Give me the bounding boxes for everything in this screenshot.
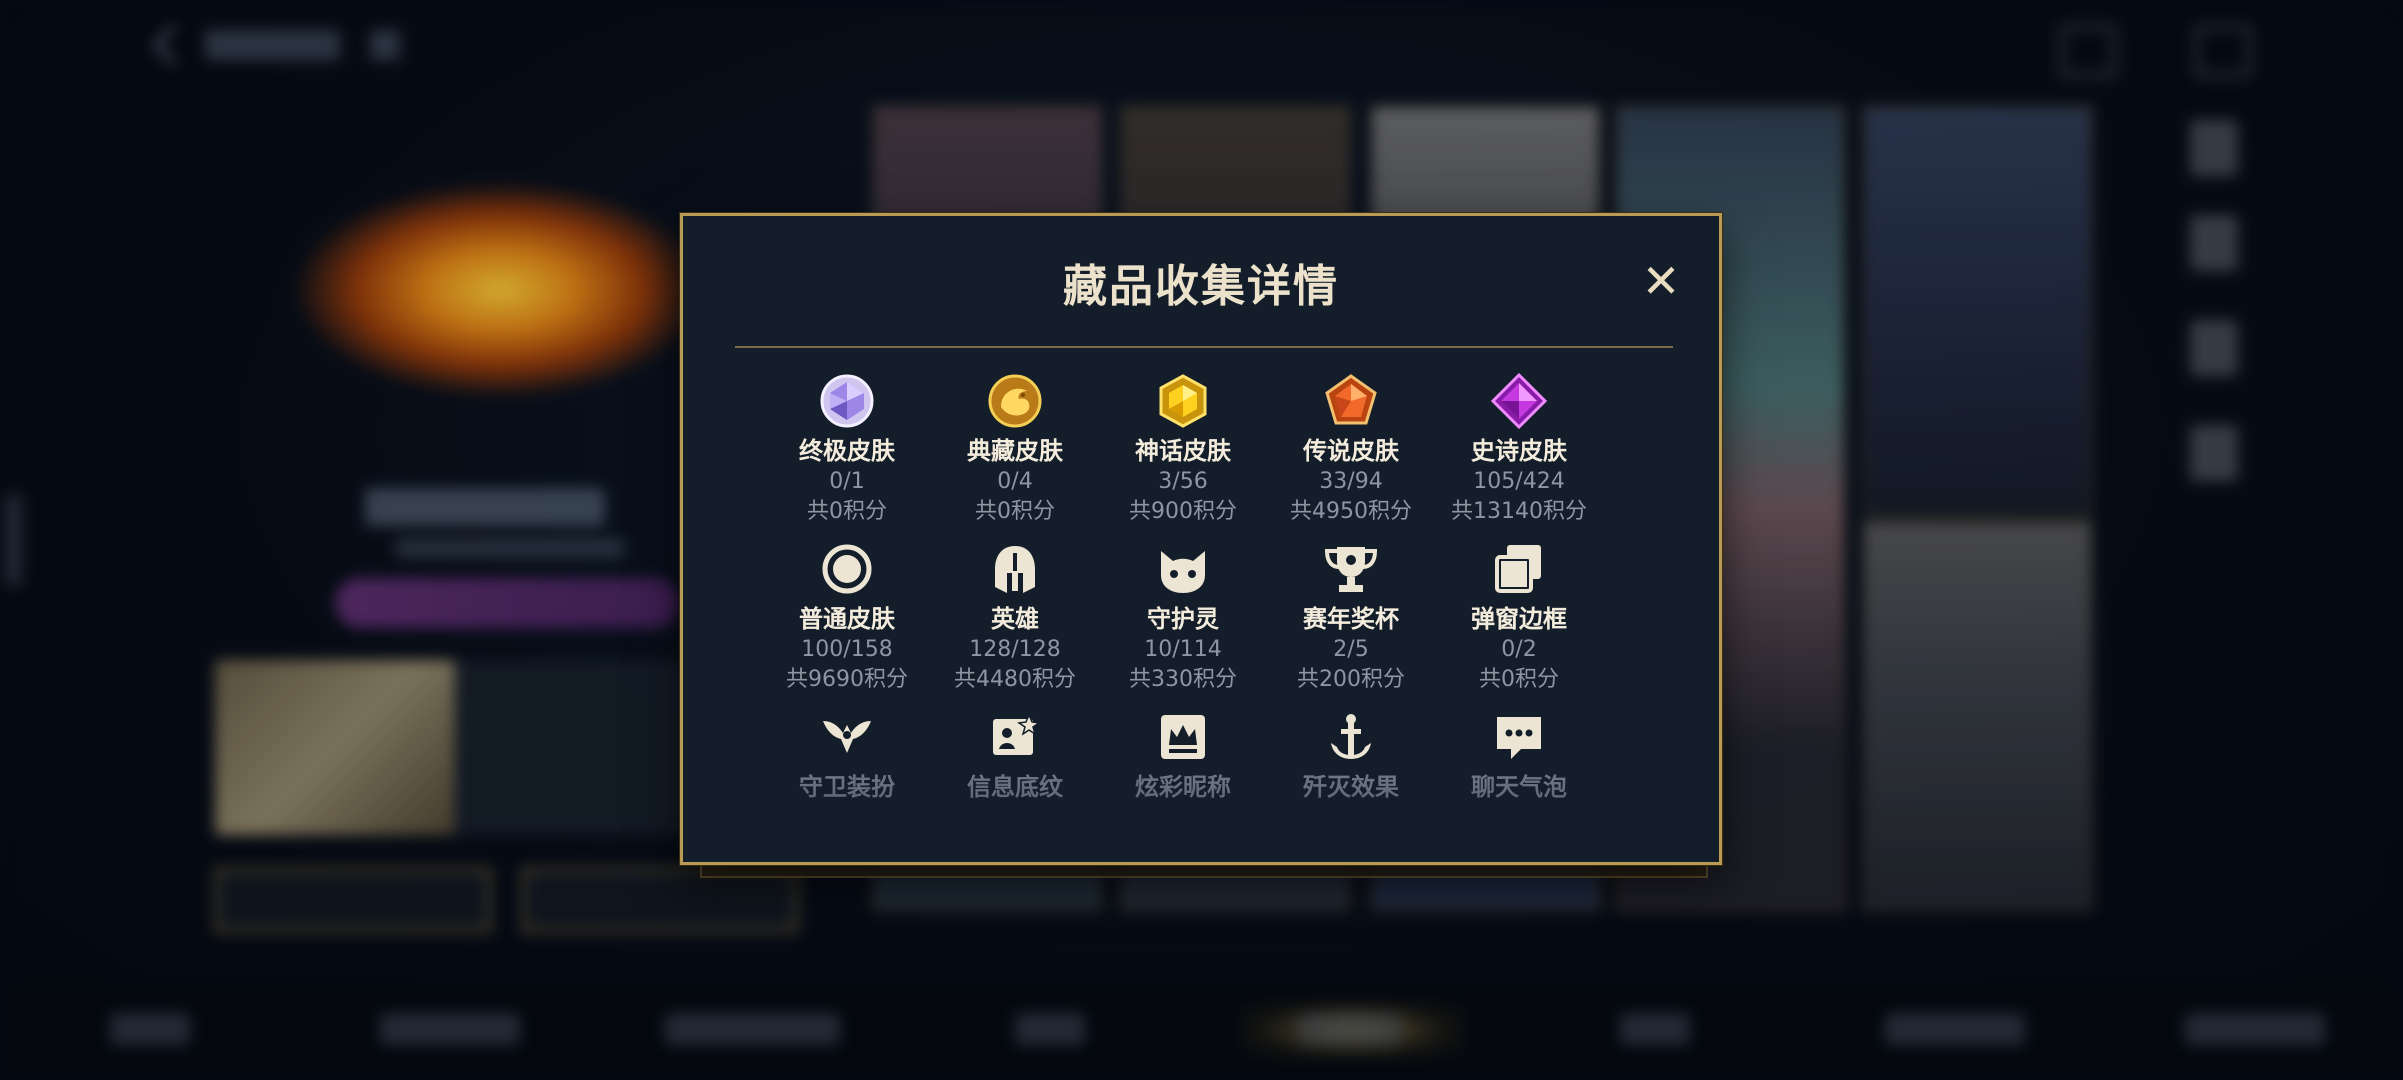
item-count: 128/128 <box>969 637 1061 662</box>
item-count: 105/424 <box>1473 469 1565 494</box>
item-points: 共900积分 <box>1129 499 1237 524</box>
epic-skin-gem-icon <box>1489 371 1549 431</box>
collection-item-legendary-skin[interactable]: 传说皮肤 33/94 共4950积分 <box>1267 371 1435 539</box>
collection-item-season-trophy[interactable]: 赛年奖杯 2/5 共200积分 <box>1267 539 1435 707</box>
item-count: 0/1 <box>829 469 865 494</box>
legendary-skin-gem-icon <box>1321 371 1381 431</box>
collection-item-ward-skin[interactable]: 守卫装扮 <box>763 707 931 875</box>
item-points: 共9690积分 <box>786 667 908 692</box>
item-label: 聊天气泡 <box>1471 773 1567 801</box>
ward-skin-icon <box>817 707 877 767</box>
chat-bubble-icon <box>1489 707 1549 767</box>
item-points: 共0积分 <box>1479 667 1559 692</box>
collection-item-normal-skin[interactable]: 普通皮肤 100/158 共9690积分 <box>763 539 931 707</box>
item-label: 信息底纹 <box>967 773 1063 801</box>
collection-item-ace-effect[interactable]: 歼灭效果 <box>1267 707 1435 875</box>
item-label: 守卫装扮 <box>799 773 895 801</box>
item-label: 守护灵 <box>1147 605 1219 633</box>
item-points: 共330积分 <box>1129 667 1237 692</box>
item-points: 共0积分 <box>975 499 1055 524</box>
item-points: 共13140积分 <box>1451 499 1587 524</box>
item-count: 10/114 <box>1144 637 1222 662</box>
collection-item-guardian[interactable]: 守护灵 10/114 共330积分 <box>1099 539 1267 707</box>
info-card-icon <box>985 707 1045 767</box>
collection-grid: 终极皮肤 0/1 共0积分 典藏皮肤 0/4 共0积分 神话皮肤 3/56 共9… <box>763 371 1603 875</box>
item-label: 弹窗边框 <box>1471 605 1567 633</box>
item-label: 神话皮肤 <box>1135 437 1231 465</box>
item-count: 2/5 <box>1333 637 1369 662</box>
close-button[interactable]: ✕ <box>1638 258 1684 304</box>
mythic-skin-gem-icon <box>1153 371 1213 431</box>
item-count: 0/2 <box>1501 637 1537 662</box>
item-label: 传说皮肤 <box>1303 437 1399 465</box>
collection-item-mythic-skin[interactable]: 神话皮肤 3/56 共900积分 <box>1099 371 1267 539</box>
colorful-nickname-icon <box>1153 707 1213 767</box>
item-label: 炫彩昵称 <box>1135 773 1231 801</box>
collection-item-hero[interactable]: 英雄 128/128 共4480积分 <box>931 539 1099 707</box>
item-label: 史诗皮肤 <box>1471 437 1567 465</box>
guardian-pet-icon <box>1153 539 1213 599</box>
collection-details-dialog: 藏品收集详情 ✕ 终极皮肤 0/1 共0积分 典藏皮肤 0/4 共0积分 神话皮… <box>680 213 1722 865</box>
popup-frame-icon <box>1489 539 1549 599</box>
season-trophy-icon <box>1321 539 1381 599</box>
item-points: 共4480积分 <box>954 667 1076 692</box>
item-points: 共200积分 <box>1297 667 1405 692</box>
dialog-title: 藏品收集详情 <box>1063 261 1339 312</box>
collection-item-collector-skin[interactable]: 典藏皮肤 0/4 共0积分 <box>931 371 1099 539</box>
title-divider <box>735 346 1673 348</box>
ultimate-skin-gem-icon <box>817 371 877 431</box>
collector-skin-dragon-icon <box>985 371 1045 431</box>
item-label: 赛年奖杯 <box>1303 605 1399 633</box>
item-label: 终极皮肤 <box>799 437 895 465</box>
hero-helmet-icon <box>985 539 1045 599</box>
item-points: 共0积分 <box>807 499 887 524</box>
collection-item-info-card[interactable]: 信息底纹 <box>931 707 1099 875</box>
collection-item-colorful-nickname[interactable]: 炫彩昵称 <box>1099 707 1267 875</box>
item-label: 普通皮肤 <box>799 605 895 633</box>
item-count: 33/94 <box>1319 469 1383 494</box>
collection-item-chat-bubble[interactable]: 聊天气泡 <box>1435 707 1603 875</box>
item-label: 典藏皮肤 <box>967 437 1063 465</box>
item-count: 0/4 <box>997 469 1033 494</box>
item-label: 歼灭效果 <box>1303 773 1399 801</box>
item-points: 共4950积分 <box>1290 499 1412 524</box>
ace-effect-icon <box>1321 707 1381 767</box>
normal-skin-circle-icon <box>817 539 877 599</box>
collection-item-ultimate-skin[interactable]: 终极皮肤 0/1 共0积分 <box>763 371 931 539</box>
collection-item-epic-skin[interactable]: 史诗皮肤 105/424 共13140积分 <box>1435 371 1603 539</box>
collection-item-popup-frame[interactable]: 弹窗边框 0/2 共0积分 <box>1435 539 1603 707</box>
item-label: 英雄 <box>991 605 1039 633</box>
item-count: 100/158 <box>801 637 893 662</box>
item-count: 3/56 <box>1158 469 1208 494</box>
